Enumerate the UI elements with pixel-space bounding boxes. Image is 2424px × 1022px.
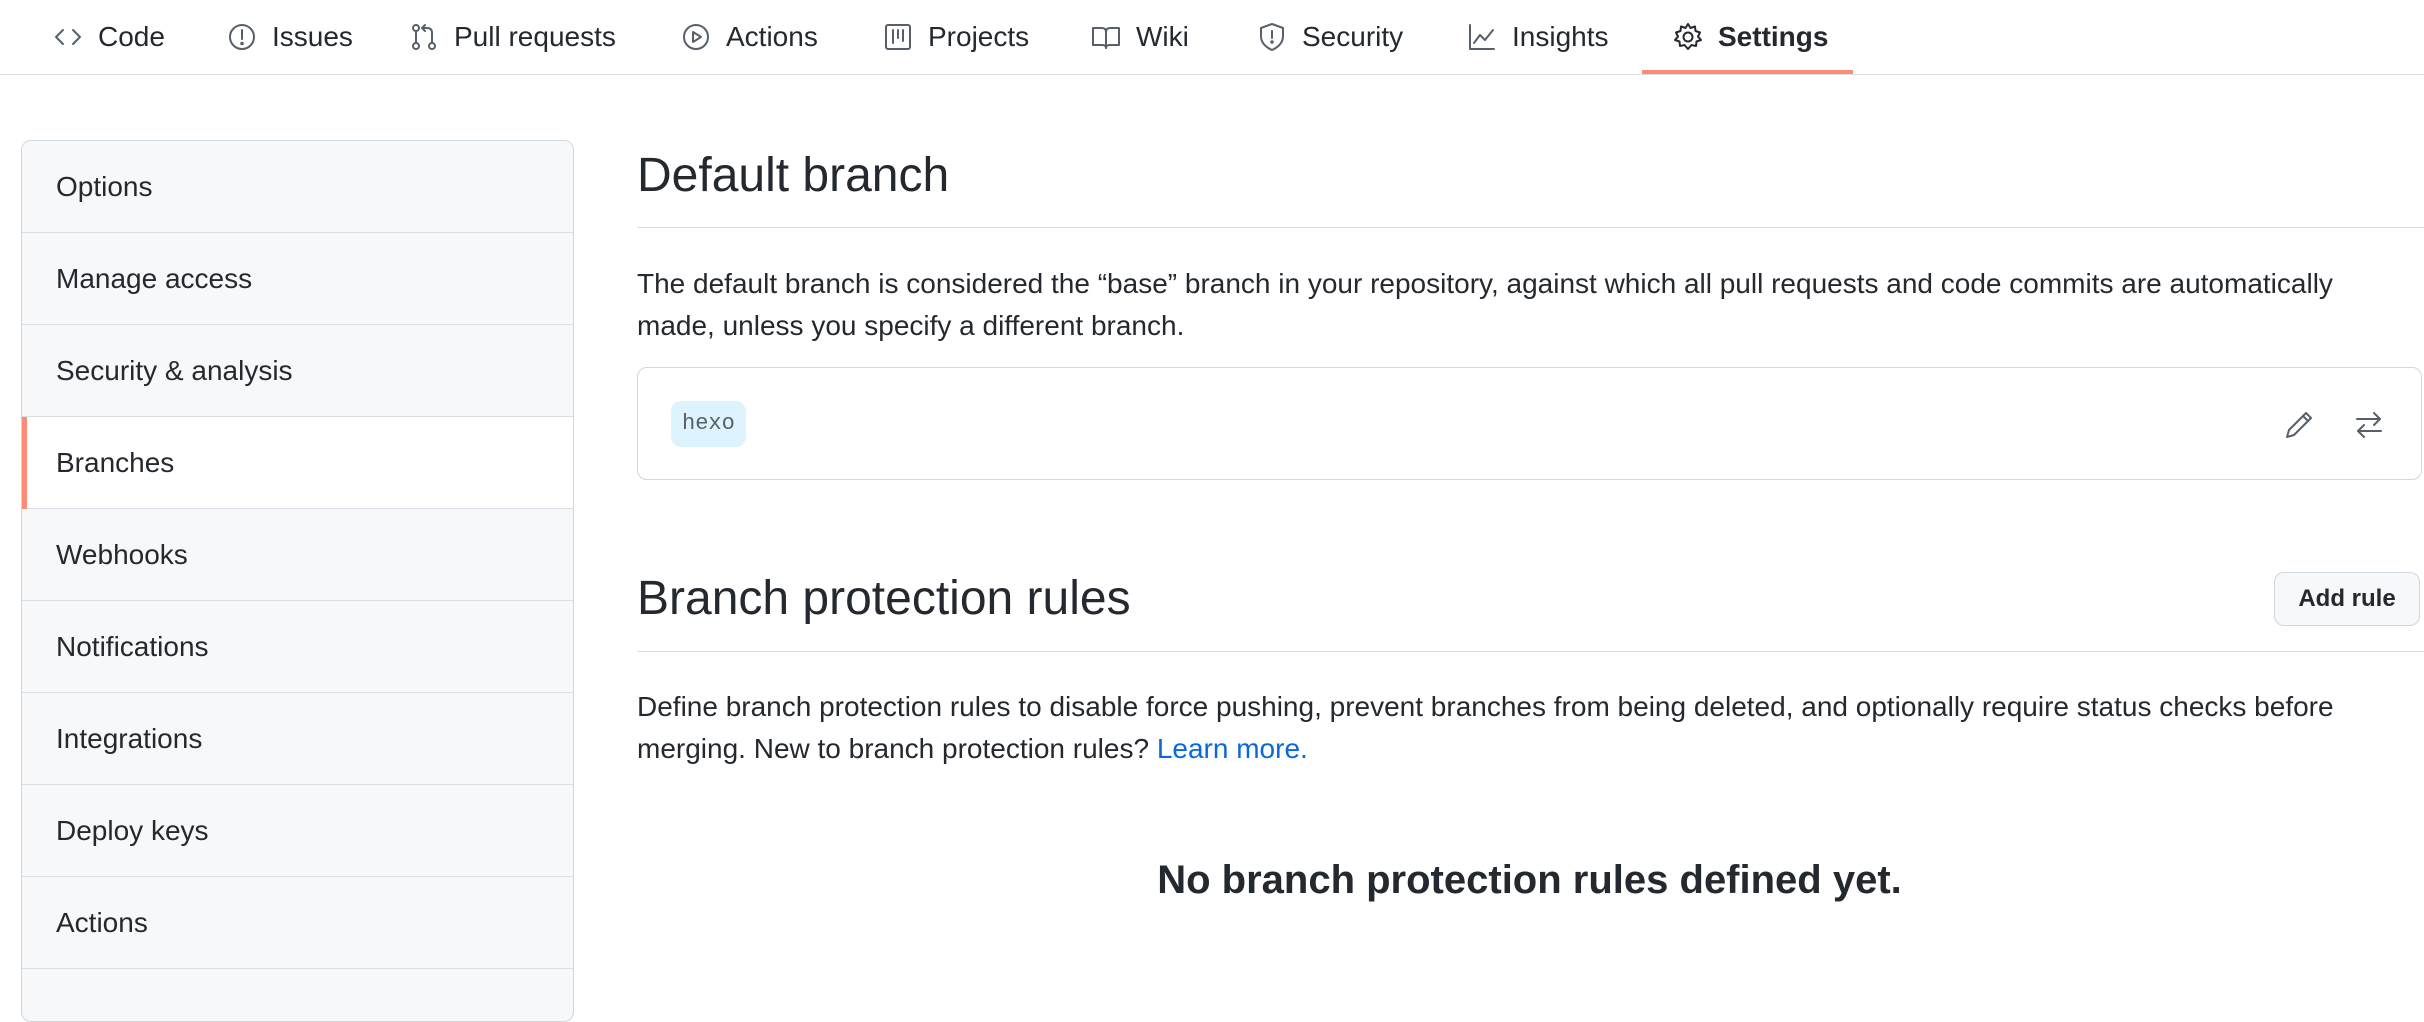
sidebar-item-label: Webhooks (56, 538, 188, 570)
tab-security[interactable]: Security (1256, 0, 1403, 74)
settings-sidebar: Options Manage access Security & analysi… (21, 140, 574, 1022)
tab-issues[interactable]: Issues (226, 0, 353, 74)
sidebar-item-label: Notifications (56, 630, 209, 662)
learn-more-link[interactable]: Learn more. (1157, 733, 1308, 764)
sidebar-item-label: Options (56, 170, 153, 202)
divider (637, 651, 2424, 652)
tab-insights[interactable]: Insights (1466, 0, 1609, 74)
code-icon (55, 29, 81, 45)
rename-branch-button[interactable] (2279, 405, 2319, 445)
empty-rules-message: No branch protection rules defined yet. (1157, 858, 1902, 902)
tab-settings[interactable]: Settings (1672, 0, 1828, 74)
tab-wiki[interactable]: Wiki (1090, 0, 1189, 74)
tab-label: Settings (1718, 21, 1829, 52)
sidebar-item-branches[interactable]: Branches (22, 417, 573, 509)
tab-label: Projects (928, 21, 1030, 52)
sidebar-item-label: Integrations (56, 722, 203, 754)
tab-label: Actions (726, 21, 818, 52)
shield-icon (1260, 23, 1284, 51)
branch-name-tag: hexo (671, 401, 746, 447)
graph-icon (1469, 24, 1495, 50)
selected-tab-indicator (1642, 70, 1853, 74)
sidebar-item-manage-access[interactable]: Manage access (22, 233, 573, 325)
tab-projects[interactable]: Projects (882, 0, 1029, 74)
project-icon (885, 24, 911, 50)
gear-icon (1674, 23, 1702, 50)
branch-protection-text: Define branch protection rules to disabl… (637, 691, 2334, 764)
sidebar-item-security-analysis[interactable]: Security & analysis (22, 325, 573, 417)
switch-default-branch-button[interactable] (2349, 405, 2389, 445)
sidebar-item-options[interactable]: Options (22, 141, 573, 233)
tab-label: Security (1302, 21, 1404, 52)
sidebar-item-label: Actions (56, 906, 148, 938)
sidebar-item-actions[interactable]: Actions (22, 877, 573, 969)
default-branch-description: The default branch is considered the “ba… (637, 268, 2333, 341)
sidebar-item-deploy-keys[interactable]: Deploy keys (22, 785, 573, 877)
sidebar-item-label: Manage access (56, 262, 253, 294)
tab-pull-requests[interactable]: Pull requests (408, 0, 616, 74)
sidebar-item-notifications[interactable]: Notifications (22, 601, 573, 693)
repo-nav: Code Issues Pull requests Actions Projec… (0, 0, 2424, 75)
sidebar-item-label: Branches (56, 446, 175, 478)
play-icon (683, 24, 709, 50)
issue-icon (229, 24, 255, 50)
sidebar-item-label: Deploy keys (56, 814, 209, 846)
tab-label: Insights (1512, 21, 1609, 52)
pencil-icon (2286, 412, 2312, 438)
branch-protection-heading: Branch protection rules (637, 572, 1131, 625)
pull-request-icon (412, 24, 436, 50)
add-rule-button[interactable]: Add rule (2274, 572, 2420, 626)
tab-label: Issues (272, 21, 353, 52)
tab-label: Pull requests (454, 21, 616, 52)
book-icon (1092, 27, 1120, 49)
tab-label: Code (98, 21, 165, 52)
branch-protection-description: Define branch protection rules to disabl… (637, 686, 2417, 770)
divider (637, 227, 2424, 228)
tab-actions[interactable]: Actions (680, 0, 818, 74)
sidebar-item-integrations[interactable]: Integrations (22, 693, 573, 785)
sidebar-item-webhooks[interactable]: Webhooks (22, 509, 573, 601)
tab-code[interactable]: Code (52, 0, 165, 74)
default-branch-box: hexo (637, 367, 2422, 480)
sidebar-item-label: Security & analysis (56, 354, 293, 386)
arrow-switch-icon (2356, 412, 2382, 438)
default-branch-heading: Default branch (637, 149, 950, 202)
tab-label: Wiki (1136, 21, 1189, 52)
